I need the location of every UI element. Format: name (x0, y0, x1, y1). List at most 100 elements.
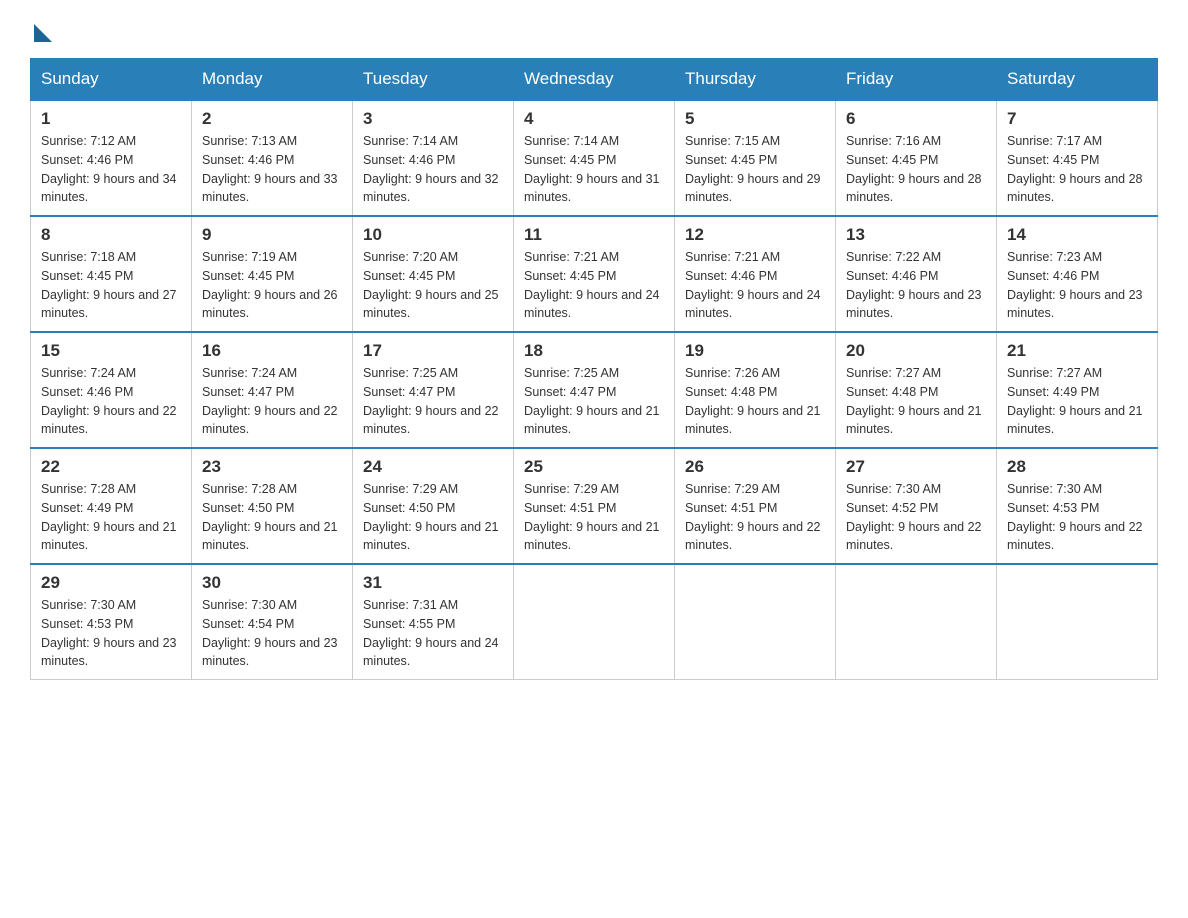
day-number: 11 (524, 225, 664, 245)
day-number: 25 (524, 457, 664, 477)
calendar-cell: 25 Sunrise: 7:29 AMSunset: 4:51 PMDaylig… (514, 448, 675, 564)
calendar-cell: 8 Sunrise: 7:18 AMSunset: 4:45 PMDayligh… (31, 216, 192, 332)
day-info: Sunrise: 7:30 AMSunset: 4:52 PMDaylight:… (846, 482, 982, 552)
day-number: 10 (363, 225, 503, 245)
day-number: 22 (41, 457, 181, 477)
day-info: Sunrise: 7:29 AMSunset: 4:51 PMDaylight:… (685, 482, 821, 552)
calendar-cell: 22 Sunrise: 7:28 AMSunset: 4:49 PMDaylig… (31, 448, 192, 564)
calendar-cell: 7 Sunrise: 7:17 AMSunset: 4:45 PMDayligh… (997, 100, 1158, 216)
day-number: 24 (363, 457, 503, 477)
day-info: Sunrise: 7:29 AMSunset: 4:50 PMDaylight:… (363, 482, 499, 552)
calendar-cell (514, 564, 675, 680)
day-number: 15 (41, 341, 181, 361)
calendar-cell: 11 Sunrise: 7:21 AMSunset: 4:45 PMDaylig… (514, 216, 675, 332)
calendar-header-row: SundayMondayTuesdayWednesdayThursdayFrid… (31, 59, 1158, 101)
day-number: 4 (524, 109, 664, 129)
day-info: Sunrise: 7:25 AMSunset: 4:47 PMDaylight:… (524, 366, 660, 436)
header-thursday: Thursday (675, 59, 836, 101)
day-info: Sunrise: 7:21 AMSunset: 4:46 PMDaylight:… (685, 250, 821, 320)
day-number: 2 (202, 109, 342, 129)
day-info: Sunrise: 7:30 AMSunset: 4:53 PMDaylight:… (41, 598, 177, 668)
calendar-cell: 15 Sunrise: 7:24 AMSunset: 4:46 PMDaylig… (31, 332, 192, 448)
day-number: 3 (363, 109, 503, 129)
day-number: 19 (685, 341, 825, 361)
calendar-cell: 3 Sunrise: 7:14 AMSunset: 4:46 PMDayligh… (353, 100, 514, 216)
calendar-table: SundayMondayTuesdayWednesdayThursdayFrid… (30, 58, 1158, 680)
calendar-cell: 9 Sunrise: 7:19 AMSunset: 4:45 PMDayligh… (192, 216, 353, 332)
calendar-cell: 26 Sunrise: 7:29 AMSunset: 4:51 PMDaylig… (675, 448, 836, 564)
day-number: 20 (846, 341, 986, 361)
calendar-cell (997, 564, 1158, 680)
day-number: 23 (202, 457, 342, 477)
calendar-cell (836, 564, 997, 680)
day-number: 31 (363, 573, 503, 593)
day-number: 21 (1007, 341, 1147, 361)
day-info: Sunrise: 7:26 AMSunset: 4:48 PMDaylight:… (685, 366, 821, 436)
day-info: Sunrise: 7:30 AMSunset: 4:54 PMDaylight:… (202, 598, 338, 668)
day-info: Sunrise: 7:28 AMSunset: 4:50 PMDaylight:… (202, 482, 338, 552)
header (30, 20, 1158, 38)
week-row-3: 15 Sunrise: 7:24 AMSunset: 4:46 PMDaylig… (31, 332, 1158, 448)
calendar-cell: 23 Sunrise: 7:28 AMSunset: 4:50 PMDaylig… (192, 448, 353, 564)
day-info: Sunrise: 7:16 AMSunset: 4:45 PMDaylight:… (846, 134, 982, 204)
day-number: 30 (202, 573, 342, 593)
calendar-cell: 31 Sunrise: 7:31 AMSunset: 4:55 PMDaylig… (353, 564, 514, 680)
calendar-cell: 30 Sunrise: 7:30 AMSunset: 4:54 PMDaylig… (192, 564, 353, 680)
day-info: Sunrise: 7:21 AMSunset: 4:45 PMDaylight:… (524, 250, 660, 320)
calendar-cell: 28 Sunrise: 7:30 AMSunset: 4:53 PMDaylig… (997, 448, 1158, 564)
day-info: Sunrise: 7:15 AMSunset: 4:45 PMDaylight:… (685, 134, 821, 204)
calendar-cell: 12 Sunrise: 7:21 AMSunset: 4:46 PMDaylig… (675, 216, 836, 332)
day-info: Sunrise: 7:19 AMSunset: 4:45 PMDaylight:… (202, 250, 338, 320)
calendar-cell: 4 Sunrise: 7:14 AMSunset: 4:45 PMDayligh… (514, 100, 675, 216)
calendar-cell: 20 Sunrise: 7:27 AMSunset: 4:48 PMDaylig… (836, 332, 997, 448)
header-monday: Monday (192, 59, 353, 101)
day-number: 8 (41, 225, 181, 245)
day-info: Sunrise: 7:13 AMSunset: 4:46 PMDaylight:… (202, 134, 338, 204)
logo (30, 20, 52, 38)
day-info: Sunrise: 7:30 AMSunset: 4:53 PMDaylight:… (1007, 482, 1143, 552)
calendar-cell: 10 Sunrise: 7:20 AMSunset: 4:45 PMDaylig… (353, 216, 514, 332)
calendar-cell: 21 Sunrise: 7:27 AMSunset: 4:49 PMDaylig… (997, 332, 1158, 448)
calendar-cell: 24 Sunrise: 7:29 AMSunset: 4:50 PMDaylig… (353, 448, 514, 564)
day-number: 12 (685, 225, 825, 245)
header-saturday: Saturday (997, 59, 1158, 101)
day-info: Sunrise: 7:24 AMSunset: 4:47 PMDaylight:… (202, 366, 338, 436)
day-number: 7 (1007, 109, 1147, 129)
calendar-cell: 5 Sunrise: 7:15 AMSunset: 4:45 PMDayligh… (675, 100, 836, 216)
day-info: Sunrise: 7:28 AMSunset: 4:49 PMDaylight:… (41, 482, 177, 552)
week-row-5: 29 Sunrise: 7:30 AMSunset: 4:53 PMDaylig… (31, 564, 1158, 680)
calendar-cell: 1 Sunrise: 7:12 AMSunset: 4:46 PMDayligh… (31, 100, 192, 216)
header-wednesday: Wednesday (514, 59, 675, 101)
day-info: Sunrise: 7:27 AMSunset: 4:48 PMDaylight:… (846, 366, 982, 436)
calendar-cell (675, 564, 836, 680)
day-info: Sunrise: 7:24 AMSunset: 4:46 PMDaylight:… (41, 366, 177, 436)
calendar-cell: 6 Sunrise: 7:16 AMSunset: 4:45 PMDayligh… (836, 100, 997, 216)
header-sunday: Sunday (31, 59, 192, 101)
header-tuesday: Tuesday (353, 59, 514, 101)
calendar-cell: 18 Sunrise: 7:25 AMSunset: 4:47 PMDaylig… (514, 332, 675, 448)
day-info: Sunrise: 7:23 AMSunset: 4:46 PMDaylight:… (1007, 250, 1143, 320)
day-number: 29 (41, 573, 181, 593)
day-number: 27 (846, 457, 986, 477)
calendar-cell: 29 Sunrise: 7:30 AMSunset: 4:53 PMDaylig… (31, 564, 192, 680)
day-number: 9 (202, 225, 342, 245)
calendar-cell: 27 Sunrise: 7:30 AMSunset: 4:52 PMDaylig… (836, 448, 997, 564)
day-number: 16 (202, 341, 342, 361)
day-number: 13 (846, 225, 986, 245)
day-number: 18 (524, 341, 664, 361)
week-row-4: 22 Sunrise: 7:28 AMSunset: 4:49 PMDaylig… (31, 448, 1158, 564)
day-info: Sunrise: 7:12 AMSunset: 4:46 PMDaylight:… (41, 134, 177, 204)
calendar-cell: 13 Sunrise: 7:22 AMSunset: 4:46 PMDaylig… (836, 216, 997, 332)
calendar-cell: 2 Sunrise: 7:13 AMSunset: 4:46 PMDayligh… (192, 100, 353, 216)
day-number: 17 (363, 341, 503, 361)
logo-triangle-icon (34, 24, 52, 42)
day-info: Sunrise: 7:14 AMSunset: 4:46 PMDaylight:… (363, 134, 499, 204)
week-row-1: 1 Sunrise: 7:12 AMSunset: 4:46 PMDayligh… (31, 100, 1158, 216)
calendar-cell: 17 Sunrise: 7:25 AMSunset: 4:47 PMDaylig… (353, 332, 514, 448)
day-info: Sunrise: 7:17 AMSunset: 4:45 PMDaylight:… (1007, 134, 1143, 204)
day-info: Sunrise: 7:27 AMSunset: 4:49 PMDaylight:… (1007, 366, 1143, 436)
day-info: Sunrise: 7:18 AMSunset: 4:45 PMDaylight:… (41, 250, 177, 320)
calendar-cell: 19 Sunrise: 7:26 AMSunset: 4:48 PMDaylig… (675, 332, 836, 448)
day-number: 1 (41, 109, 181, 129)
calendar-cell: 14 Sunrise: 7:23 AMSunset: 4:46 PMDaylig… (997, 216, 1158, 332)
